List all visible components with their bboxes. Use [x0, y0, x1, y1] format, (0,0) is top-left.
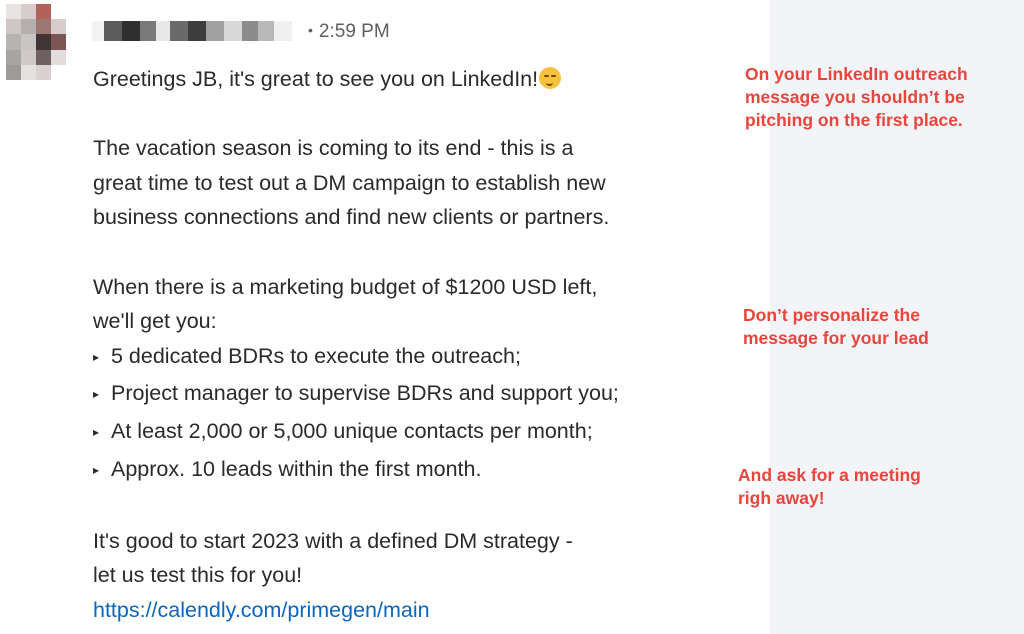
greeting-line: Greetings JB, it's great to see you on L…: [93, 62, 761, 97]
greeting-text: Greetings JB, it's great to see you on L…: [93, 67, 539, 91]
list-item-text: At least 2,000 or 5,000 unique contacts …: [111, 418, 593, 443]
paragraph-line: The vacation season is coming to its end…: [93, 136, 574, 161]
annotation-line: pitching on the first place.: [745, 110, 963, 130]
annotation-line: On your LinkedIn outreach: [745, 64, 968, 84]
paragraph-line: we'll get you:: [93, 309, 217, 334]
closing-line: It's good to start 2023 with a defined D…: [93, 528, 573, 553]
paragraph-line: business connections and find new client…: [93, 205, 610, 230]
smirking-face-icon: [539, 67, 562, 89]
paragraph-line: great time to test out a DM campaign to …: [93, 170, 606, 195]
bullet-triangle-icon: ▸: [93, 349, 100, 364]
bullet-triangle-icon: ▸: [93, 462, 100, 477]
timestamp-separator: •: [308, 22, 313, 38]
bullet-triangle-icon: ▸: [93, 387, 100, 402]
list-item: ▸ At least 2,000 or 5,000 unique contact…: [93, 414, 761, 452]
annotation-no-personalization: Don’t personalize the message for your l…: [743, 304, 1003, 350]
annotation-line: message you shouldn’t be: [745, 87, 965, 107]
avatar[interactable]: [6, 4, 66, 80]
calendly-link[interactable]: https://calendly.com/primegen/main: [93, 598, 430, 622]
annotation-meeting-ask: And ask for a meeting righ away!: [738, 464, 978, 510]
paragraph-line: When there is a marketing budget of $120…: [93, 274, 598, 299]
annotation-line: Don’t personalize the: [743, 305, 920, 325]
list-item-text: Approx. 10 leads within the first month.: [111, 456, 482, 481]
annotation-no-pitching: On your LinkedIn outreach message you sh…: [745, 63, 1015, 132]
message-body: Greetings JB, it's great to see you on L…: [93, 62, 761, 628]
annotation-line: message for your lead: [743, 328, 929, 348]
annotation-line: righ away!: [738, 488, 825, 508]
list-item-text: 5 dedicated BDRs to execute the outreach…: [111, 343, 521, 368]
list-item: ▸ Approx. 10 leads within the first mont…: [93, 452, 761, 490]
list-item: ▸ Project manager to supervise BDRs and …: [93, 376, 761, 414]
list-item: ▸ 5 dedicated BDRs to execute the outrea…: [93, 339, 761, 377]
bullet-triangle-icon: ▸: [93, 424, 100, 439]
message-timestamp: • 2:59 PM: [308, 20, 390, 44]
list-item-text: Project manager to supervise BDRs and su…: [111, 381, 619, 406]
annotation-line: And ask for a meeting: [738, 465, 921, 485]
calendly-link-line: https://calendly.com/primegen/main: [93, 593, 761, 628]
closing-line: let us test this for you!: [93, 563, 303, 588]
sender-name-redacted[interactable]: [92, 21, 292, 41]
timestamp-text: 2:59 PM: [318, 21, 390, 42]
